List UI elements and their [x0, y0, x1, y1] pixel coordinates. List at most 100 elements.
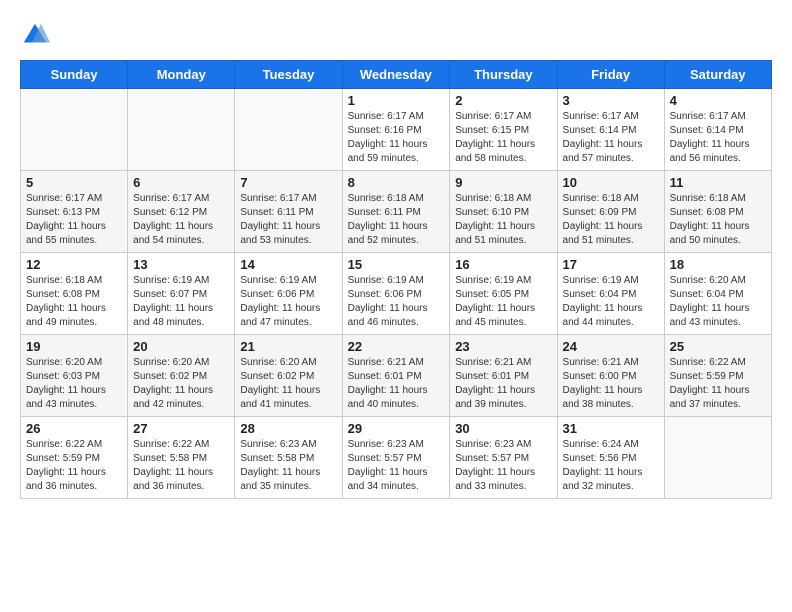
calendar-cell: 28Sunrise: 6:23 AM Sunset: 5:58 PM Dayli…	[235, 417, 342, 499]
day-number: 29	[348, 421, 445, 436]
calendar-week-row: 26 Sunrise: 6:22 AM Sunset: 5:59 PM Dayli…	[21, 417, 772, 499]
calendar-cell: 1 Sunrise: 6:17 AM Sunset: 6:16 PM Daylig…	[342, 89, 450, 171]
calendar-cell: 4Sunrise: 6:17 AM Sunset: 6:14 PM Daylig…	[664, 89, 771, 171]
day-number: 12	[26, 257, 122, 272]
day-number: 30	[455, 421, 551, 436]
day-number: 16	[455, 257, 551, 272]
calendar-cell: 25Sunrise: 6:22 AM Sunset: 5:59 PM Dayli…	[664, 335, 771, 417]
day-number: 23	[455, 339, 551, 354]
day-number: 22	[348, 339, 445, 354]
calendar-cell: 9 Sunrise: 6:18 AM Sunset: 6:10 PM Daylig…	[450, 171, 557, 253]
calendar-cell: 23 Sunrise: 6:21 AM Sunset: 6:01 PM Dayli…	[450, 335, 557, 417]
day-info: Sunrise: 6:19 AM Sunset: 6:06 PM Dayligh…	[348, 274, 445, 330]
day-info: Sunrise: 6:19 AM Sunset: 6:04 PM Dayligh…	[563, 274, 659, 330]
day-number: 7	[240, 175, 336, 190]
day-number: 25	[670, 339, 766, 354]
day-number: 26	[26, 421, 122, 436]
day-info: Sunrise: 6:18 AM Sunset: 6:08 PM Dayligh…	[670, 192, 766, 248]
day-number: 24	[563, 339, 659, 354]
logo-icon	[20, 20, 50, 50]
day-info: Sunrise: 6:21 AM Sunset: 6:01 PM Dayligh…	[455, 356, 551, 412]
column-header-thursday: Thursday	[450, 61, 557, 89]
calendar-cell: 2 Sunrise: 6:17 AM Sunset: 6:15 PM Daylig…	[450, 89, 557, 171]
day-info: Sunrise: 6:17 AM Sunset: 6:16 PM Dayligh…	[348, 110, 445, 166]
day-info: Sunrise: 6:20 AM Sunset: 6:03 PM Dayligh…	[26, 356, 122, 412]
day-info: Sunrise: 6:18 AM Sunset: 6:10 PM Dayligh…	[455, 192, 551, 248]
day-number: 5	[26, 175, 122, 190]
day-number: 11	[670, 175, 766, 190]
day-info: Sunrise: 6:18 AM Sunset: 6:08 PM Dayligh…	[26, 274, 122, 330]
calendar-week-row: 12 Sunrise: 6:18 AM Sunset: 6:08 PM Dayli…	[21, 253, 772, 335]
calendar-week-row: 1 Sunrise: 6:17 AM Sunset: 6:16 PM Daylig…	[21, 89, 772, 171]
calendar-cell: 21 Sunrise: 6:20 AM Sunset: 6:02 PM Dayli…	[235, 335, 342, 417]
day-info: Sunrise: 6:20 AM Sunset: 6:02 PM Dayligh…	[240, 356, 336, 412]
column-header-tuesday: Tuesday	[235, 61, 342, 89]
day-info: Sunrise: 6:18 AM Sunset: 6:11 PM Dayligh…	[348, 192, 445, 248]
day-info: Sunrise: 6:19 AM Sunset: 6:05 PM Dayligh…	[455, 274, 551, 330]
day-info: Sunrise: 6:21 AM Sunset: 6:00 PM Dayligh…	[563, 356, 659, 412]
day-info: Sunrise: 6:23 AM Sunset: 5:57 PM Dayligh…	[348, 438, 445, 494]
day-info: Sunrise: 6:20 AM Sunset: 6:02 PM Dayligh…	[133, 356, 229, 412]
day-info: Sunrise: 6:17 AM Sunset: 6:11 PM Dayligh…	[240, 192, 336, 248]
header	[20, 20, 772, 50]
day-number: 8	[348, 175, 445, 190]
day-info: Sunrise: 6:17 AM Sunset: 6:14 PM Dayligh…	[563, 110, 659, 166]
day-number: 20	[133, 339, 229, 354]
calendar-cell: 17 Sunrise: 6:19 AM Sunset: 6:04 PM Dayli…	[557, 253, 664, 335]
day-number: 2	[455, 93, 551, 108]
calendar-table: SundayMondayTuesdayWednesdayThursdayFrid…	[20, 60, 772, 499]
logo	[20, 20, 56, 50]
calendar-cell	[235, 89, 342, 171]
day-info: Sunrise: 6:17 AM Sunset: 6:13 PM Dayligh…	[26, 192, 122, 248]
column-header-monday: Monday	[128, 61, 235, 89]
day-number: 10	[563, 175, 659, 190]
day-number: 13	[133, 257, 229, 272]
calendar-cell: 24 Sunrise: 6:21 AM Sunset: 6:00 PM Dayli…	[557, 335, 664, 417]
day-number: 6	[133, 175, 229, 190]
day-info: Sunrise: 6:22 AM Sunset: 5:58 PM Dayligh…	[133, 438, 229, 494]
day-info: Sunrise: 6:17 AM Sunset: 6:14 PM Dayligh…	[670, 110, 766, 166]
calendar-cell: 13 Sunrise: 6:19 AM Sunset: 6:07 PM Dayli…	[128, 253, 235, 335]
day-number: 9	[455, 175, 551, 190]
day-info: Sunrise: 6:20 AM Sunset: 6:04 PM Dayligh…	[670, 274, 766, 330]
day-info: Sunrise: 6:19 AM Sunset: 6:07 PM Dayligh…	[133, 274, 229, 330]
calendar-cell	[128, 89, 235, 171]
day-number: 3	[563, 93, 659, 108]
day-info: Sunrise: 6:17 AM Sunset: 6:12 PM Dayligh…	[133, 192, 229, 248]
column-header-saturday: Saturday	[664, 61, 771, 89]
calendar-cell: 15Sunrise: 6:19 AM Sunset: 6:06 PM Dayli…	[342, 253, 450, 335]
column-header-wednesday: Wednesday	[342, 61, 450, 89]
calendar-cell: 5 Sunrise: 6:17 AM Sunset: 6:13 PM Daylig…	[21, 171, 128, 253]
calendar-cell: 30 Sunrise: 6:23 AM Sunset: 5:57 PM Dayli…	[450, 417, 557, 499]
day-info: Sunrise: 6:22 AM Sunset: 5:59 PM Dayligh…	[26, 438, 122, 494]
calendar-cell: 16 Sunrise: 6:19 AM Sunset: 6:05 PM Dayli…	[450, 253, 557, 335]
calendar-cell: 26 Sunrise: 6:22 AM Sunset: 5:59 PM Dayli…	[21, 417, 128, 499]
day-info: Sunrise: 6:23 AM Sunset: 5:58 PM Dayligh…	[240, 438, 336, 494]
day-info: Sunrise: 6:23 AM Sunset: 5:57 PM Dayligh…	[455, 438, 551, 494]
calendar-cell: 14 Sunrise: 6:19 AM Sunset: 6:06 PM Dayli…	[235, 253, 342, 335]
calendar-cell: 11 Sunrise: 6:18 AM Sunset: 6:08 PM Dayli…	[664, 171, 771, 253]
day-info: Sunrise: 6:24 AM Sunset: 5:56 PM Dayligh…	[563, 438, 659, 494]
calendar-cell: 18Sunrise: 6:20 AM Sunset: 6:04 PM Dayli…	[664, 253, 771, 335]
calendar-cell: 10 Sunrise: 6:18 AM Sunset: 6:09 PM Dayli…	[557, 171, 664, 253]
day-info: Sunrise: 6:18 AM Sunset: 6:09 PM Dayligh…	[563, 192, 659, 248]
day-info: Sunrise: 6:19 AM Sunset: 6:06 PM Dayligh…	[240, 274, 336, 330]
calendar-cell: 19Sunrise: 6:20 AM Sunset: 6:03 PM Dayli…	[21, 335, 128, 417]
day-info: Sunrise: 6:17 AM Sunset: 6:15 PM Dayligh…	[455, 110, 551, 166]
day-number: 1	[348, 93, 445, 108]
calendar-cell: 8 Sunrise: 6:18 AM Sunset: 6:11 PM Daylig…	[342, 171, 450, 253]
calendar-header-row: SundayMondayTuesdayWednesdayThursdayFrid…	[21, 61, 772, 89]
calendar-cell: 3 Sunrise: 6:17 AM Sunset: 6:14 PM Daylig…	[557, 89, 664, 171]
day-number: 21	[240, 339, 336, 354]
calendar-cell: 22 Sunrise: 6:21 AM Sunset: 6:01 PM Dayli…	[342, 335, 450, 417]
calendar-cell: 6 Sunrise: 6:17 AM Sunset: 6:12 PM Daylig…	[128, 171, 235, 253]
calendar-cell	[21, 89, 128, 171]
day-number: 31	[563, 421, 659, 436]
column-header-sunday: Sunday	[21, 61, 128, 89]
calendar-cell: 20 Sunrise: 6:20 AM Sunset: 6:02 PM Dayli…	[128, 335, 235, 417]
column-header-friday: Friday	[557, 61, 664, 89]
day-number: 14	[240, 257, 336, 272]
day-info: Sunrise: 6:21 AM Sunset: 6:01 PM Dayligh…	[348, 356, 445, 412]
day-number: 17	[563, 257, 659, 272]
day-number: 27	[133, 421, 229, 436]
